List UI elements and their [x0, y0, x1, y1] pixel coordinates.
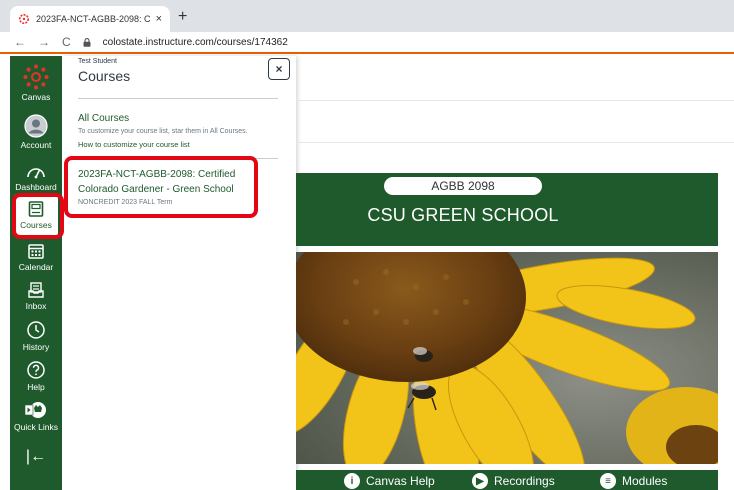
nav-label: Quick Links — [14, 422, 58, 432]
url-field[interactable]: colostate.instructure.com/courses/174362 — [103, 37, 288, 48]
sunflower-photo — [296, 252, 718, 464]
divider — [78, 98, 278, 99]
course-quick-links-bar: i Canvas Help ▶ Recordings ≡ Modules — [296, 470, 718, 490]
nav-label: Calendar — [18, 262, 54, 272]
canvas-logo-icon — [23, 64, 49, 90]
nav-canvas-logo[interactable]: Canvas — [10, 64, 62, 102]
course-link-highlight-outline — [64, 156, 258, 218]
dashboard-icon — [27, 168, 45, 179]
nav-help[interactable]: Help — [10, 360, 62, 392]
close-icon: × — [275, 62, 283, 76]
play-icon: ▶ — [472, 473, 488, 489]
customize-instructions: To customize your course list, star them… — [78, 128, 248, 135]
customize-course-list-link[interactable]: How to customize your course list — [78, 140, 190, 149]
link-label: Recordings — [494, 474, 555, 488]
back-button[interactable]: ← — [14, 35, 26, 49]
global-navigation: Canvas Account Dashboard Courses Calenda… — [10, 56, 62, 490]
all-courses-link[interactable]: All Courses — [78, 113, 129, 124]
avatar-icon — [24, 114, 48, 138]
courses-tray: Test Student Courses × All Courses To cu… — [62, 56, 296, 490]
info-icon: i — [344, 473, 360, 489]
courses-highlight-outline — [12, 193, 64, 239]
nav-label: History — [22, 342, 50, 352]
inbox-icon — [28, 282, 44, 298]
nav-label: Dashboard — [15, 182, 57, 192]
nav-label: Inbox — [25, 301, 47, 311]
browser-tab-bar: 2023FA-NCT-AGBB-2098: Certifi × + — [0, 0, 734, 32]
forward-button[interactable]: → — [38, 35, 50, 49]
tray-user-name: Test Student — [78, 58, 117, 65]
help-icon — [27, 361, 45, 379]
nav-history[interactable]: History — [10, 320, 62, 352]
browser-tab[interactable]: 2023FA-NCT-AGBB-2098: Certifi × — [10, 6, 170, 32]
tray-close-button[interactable]: × — [268, 58, 290, 80]
nav-quick-links[interactable]: Quick Links — [10, 400, 62, 432]
new-tab-button[interactable]: + — [178, 8, 187, 26]
nav-label: Account — [20, 140, 52, 150]
course-banner: AGBB 2098 CSU GREEN SCHOOL — [296, 173, 718, 246]
address-bar: ← → C colostate.instructure.com/courses/… — [0, 32, 734, 54]
collapse-icon: |← — [25, 448, 47, 465]
divider — [296, 100, 734, 101]
modules-link[interactable]: ≡ Modules — [600, 473, 667, 489]
history-icon — [27, 321, 45, 339]
nav-calendar[interactable]: Calendar — [10, 242, 62, 272]
link-label: Canvas Help — [366, 474, 435, 488]
divider — [296, 142, 734, 143]
lock-icon — [83, 37, 91, 47]
tab-close-icon[interactable]: × — [156, 13, 162, 25]
collapse-nav-button[interactable]: |← — [10, 448, 62, 466]
tray-title: Courses — [78, 68, 131, 84]
sunflower-image — [296, 252, 718, 464]
canvas-help-link[interactable]: i Canvas Help — [344, 473, 435, 489]
reload-button[interactable]: C — [62, 35, 71, 49]
nav-label: Canvas — [21, 92, 51, 102]
course-code: AGBB 2098 — [431, 179, 495, 193]
course-banner-title: CSU GREEN SCHOOL — [367, 205, 559, 225]
tab-title: 2023FA-NCT-AGBB-2098: Certifi — [36, 14, 150, 24]
course-code-badge: AGBB 2098 — [384, 177, 542, 195]
calendar-icon — [28, 244, 44, 259]
recordings-link[interactable]: ▶ Recordings — [472, 473, 555, 489]
quick-links-icon — [25, 402, 46, 418]
list-icon: ≡ — [600, 473, 616, 489]
link-label: Modules — [622, 474, 668, 488]
nav-account[interactable]: Account — [10, 114, 62, 150]
canvas-favicon-icon — [19, 14, 29, 24]
nav-label: Help — [27, 382, 45, 392]
nav-inbox[interactable]: Inbox — [10, 281, 62, 311]
nav-dashboard[interactable]: Dashboard — [10, 162, 62, 192]
